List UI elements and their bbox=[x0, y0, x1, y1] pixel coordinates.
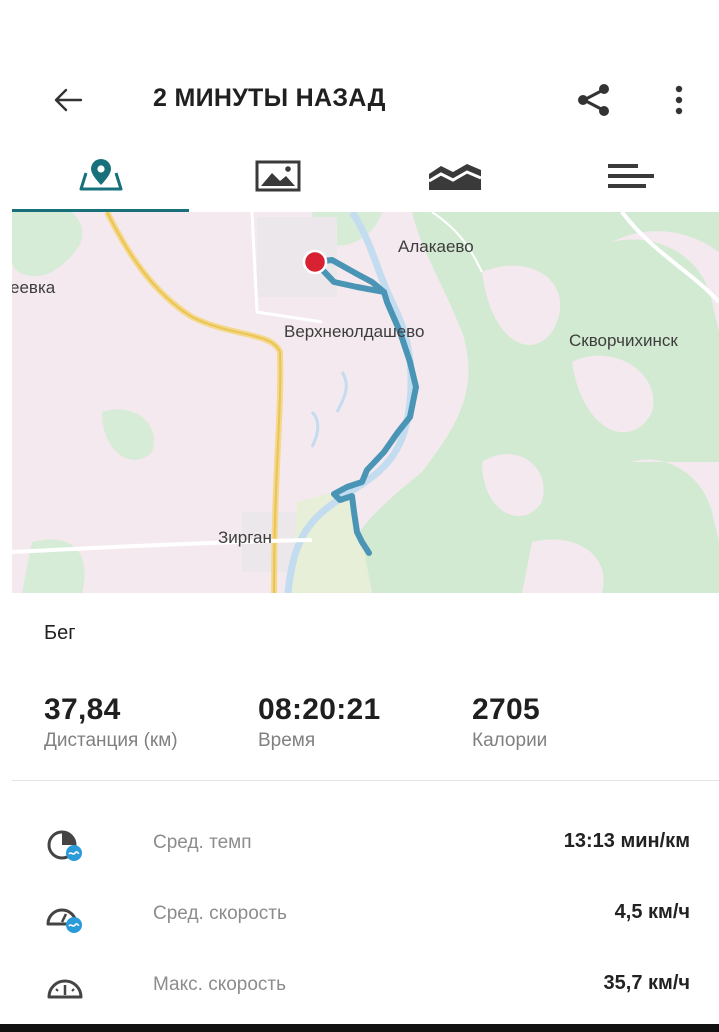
tab-laps[interactable] bbox=[543, 140, 719, 212]
metric-value: 35,7 км/ч bbox=[603, 972, 690, 994]
calories-value: 2705 bbox=[472, 693, 540, 726]
map-label-skvorchikhinsk: Скворчихинск bbox=[569, 331, 678, 350]
page-title: 2 МИНУТЫ НАЗАД bbox=[153, 84, 386, 112]
calories-label: Калории bbox=[472, 730, 548, 751]
metric-label: Сред. темп bbox=[153, 832, 252, 853]
time-value: 08:20:21 bbox=[258, 693, 381, 726]
image-icon bbox=[255, 160, 300, 192]
more-vertical-icon bbox=[675, 85, 683, 115]
map-label-alakaevo: Алакаево bbox=[398, 237, 474, 256]
route-map[interactable]: Алакаево еевка Верхнеюлдашево Скворчихин… bbox=[12, 212, 719, 593]
time-label: Время bbox=[258, 730, 316, 751]
metric-max-speed: Макс. скорость 35,7 км/ч bbox=[0, 955, 719, 1015]
metric-label: Макс. скорость bbox=[153, 974, 287, 995]
share-button[interactable] bbox=[572, 78, 616, 122]
stat-time: 08:20:21 Время bbox=[258, 693, 381, 752]
navigation-bar bbox=[0, 1024, 719, 1032]
distance-label: Дистанция (км) bbox=[44, 730, 178, 751]
map-label-zirgan: Зирган bbox=[218, 528, 272, 547]
back-button[interactable] bbox=[44, 81, 92, 119]
tab-map[interactable] bbox=[12, 140, 189, 213]
arrow-left-icon bbox=[54, 88, 83, 112]
list-icon bbox=[608, 164, 654, 188]
metric-label: Сред. скорость bbox=[153, 903, 287, 924]
map-pin-icon bbox=[79, 159, 122, 191]
map-label-verkhneyuldashevo: Верхнеюлдашево bbox=[284, 322, 425, 341]
map-label-eevka: еевка bbox=[12, 278, 56, 297]
tab-photos[interactable] bbox=[189, 140, 366, 212]
speed-gauge-icon bbox=[46, 908, 82, 933]
app-bar: 2 МИНУТЫ НАЗАД bbox=[0, 60, 719, 140]
chart-icon bbox=[427, 164, 482, 190]
metric-value: 13:13 мин/км bbox=[563, 830, 690, 852]
stat-distance: 37,84 Дистанция (км) bbox=[44, 693, 178, 752]
metric-value: 4,5 км/ч bbox=[614, 901, 690, 923]
map-background bbox=[12, 212, 719, 593]
share-icon bbox=[578, 84, 609, 116]
pace-gauge-icon bbox=[47, 830, 82, 861]
metric-avg-speed: Сред. скорость 4,5 км/ч bbox=[0, 884, 719, 944]
divider bbox=[12, 780, 719, 781]
status-bar bbox=[0, 0, 719, 60]
stat-calories: 2705 Калории bbox=[472, 693, 547, 752]
tab-chart[interactable] bbox=[366, 140, 543, 212]
activity-type: Бег bbox=[44, 622, 76, 644]
metric-avg-pace: Сред. темп 13:13 мин/км bbox=[0, 813, 719, 873]
speedometer-icon bbox=[47, 979, 83, 999]
tab-bar bbox=[12, 140, 719, 213]
distance-value: 37,84 bbox=[44, 693, 121, 726]
more-options-button[interactable] bbox=[660, 78, 698, 122]
